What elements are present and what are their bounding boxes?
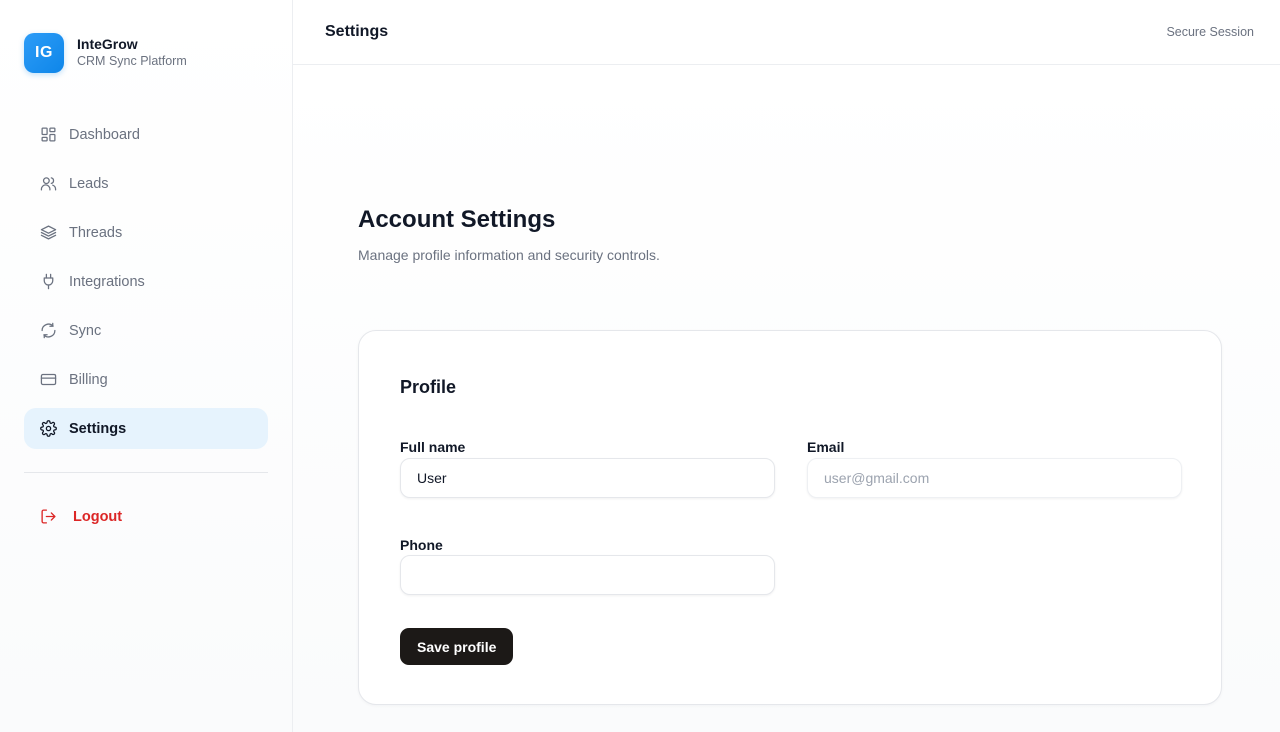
sidebar-item-dashboard[interactable]: Dashboard [24,114,268,155]
logout-button[interactable]: Logout [24,496,268,537]
sidebar-item-label: Billing [69,371,108,388]
sidebar-item-leads[interactable]: Leads [24,163,268,204]
sidebar-item-label: Settings [69,420,127,437]
layers-icon [40,224,57,241]
dashboard-icon [40,126,57,143]
main-area: Settings Secure Session Account Settings… [293,0,1280,732]
brand: IG InteGrow CRM Sync Platform [24,33,187,73]
secure-session-label: Secure Session [1166,25,1254,39]
save-profile-button[interactable]: Save profile [400,628,514,665]
sidebar-item-settings[interactable]: Settings [24,408,268,449]
sidebar: IG InteGrow CRM Sync Platform Dashboard … [0,0,293,732]
sidebar-item-label: Integrations [69,273,145,290]
sidebar-item-label: Sync [69,322,102,339]
sidebar-item-billing[interactable]: Billing [24,359,268,400]
phone-label: Phone [400,537,443,553]
credit-card-icon [40,371,57,388]
logout-icon [40,508,57,525]
brand-logo: IG [24,33,64,73]
topbar: Settings Secure Session [293,0,1280,65]
sidebar-item-label: Threads [69,224,123,241]
profile-card: Profile Full name Email Phone Save profi… [358,330,1222,705]
sidebar-item-integrations[interactable]: Integrations [24,261,268,302]
logout-label: Logout [73,508,123,525]
profile-card-title: Profile [400,377,457,397]
brand-subtitle: CRM Sync Platform [77,54,187,68]
brand-name: InteGrow [77,36,138,52]
sidebar-item-threads[interactable]: Threads [24,212,268,253]
users-icon [40,175,57,192]
sidebar-divider [24,472,268,473]
page-subtitle: Manage profile information and security … [358,247,660,263]
email-label: Email [807,439,845,455]
plug-icon [40,273,57,290]
page-title: Account Settings [358,206,556,233]
topbar-title: Settings [325,23,389,40]
full-name-input[interactable] [400,458,775,498]
gear-icon [40,420,57,437]
sidebar-item-sync[interactable]: Sync [24,310,268,351]
sidebar-item-label: Dashboard [69,126,140,143]
brand-text: InteGrow CRM Sync Platform [77,36,187,70]
app-root: IG InteGrow CRM Sync Platform Dashboard … [0,0,1280,732]
phone-input[interactable] [400,555,775,595]
email-field[interactable] [807,458,1182,498]
full-name-label: Full name [400,439,466,455]
sidebar-item-label: Leads [69,175,109,192]
content-area: Account Settings Manage profile informat… [293,65,1280,732]
refresh-icon [40,322,57,339]
sidebar-nav: Dashboard Leads Threads Integrations Syn… [24,114,268,457]
